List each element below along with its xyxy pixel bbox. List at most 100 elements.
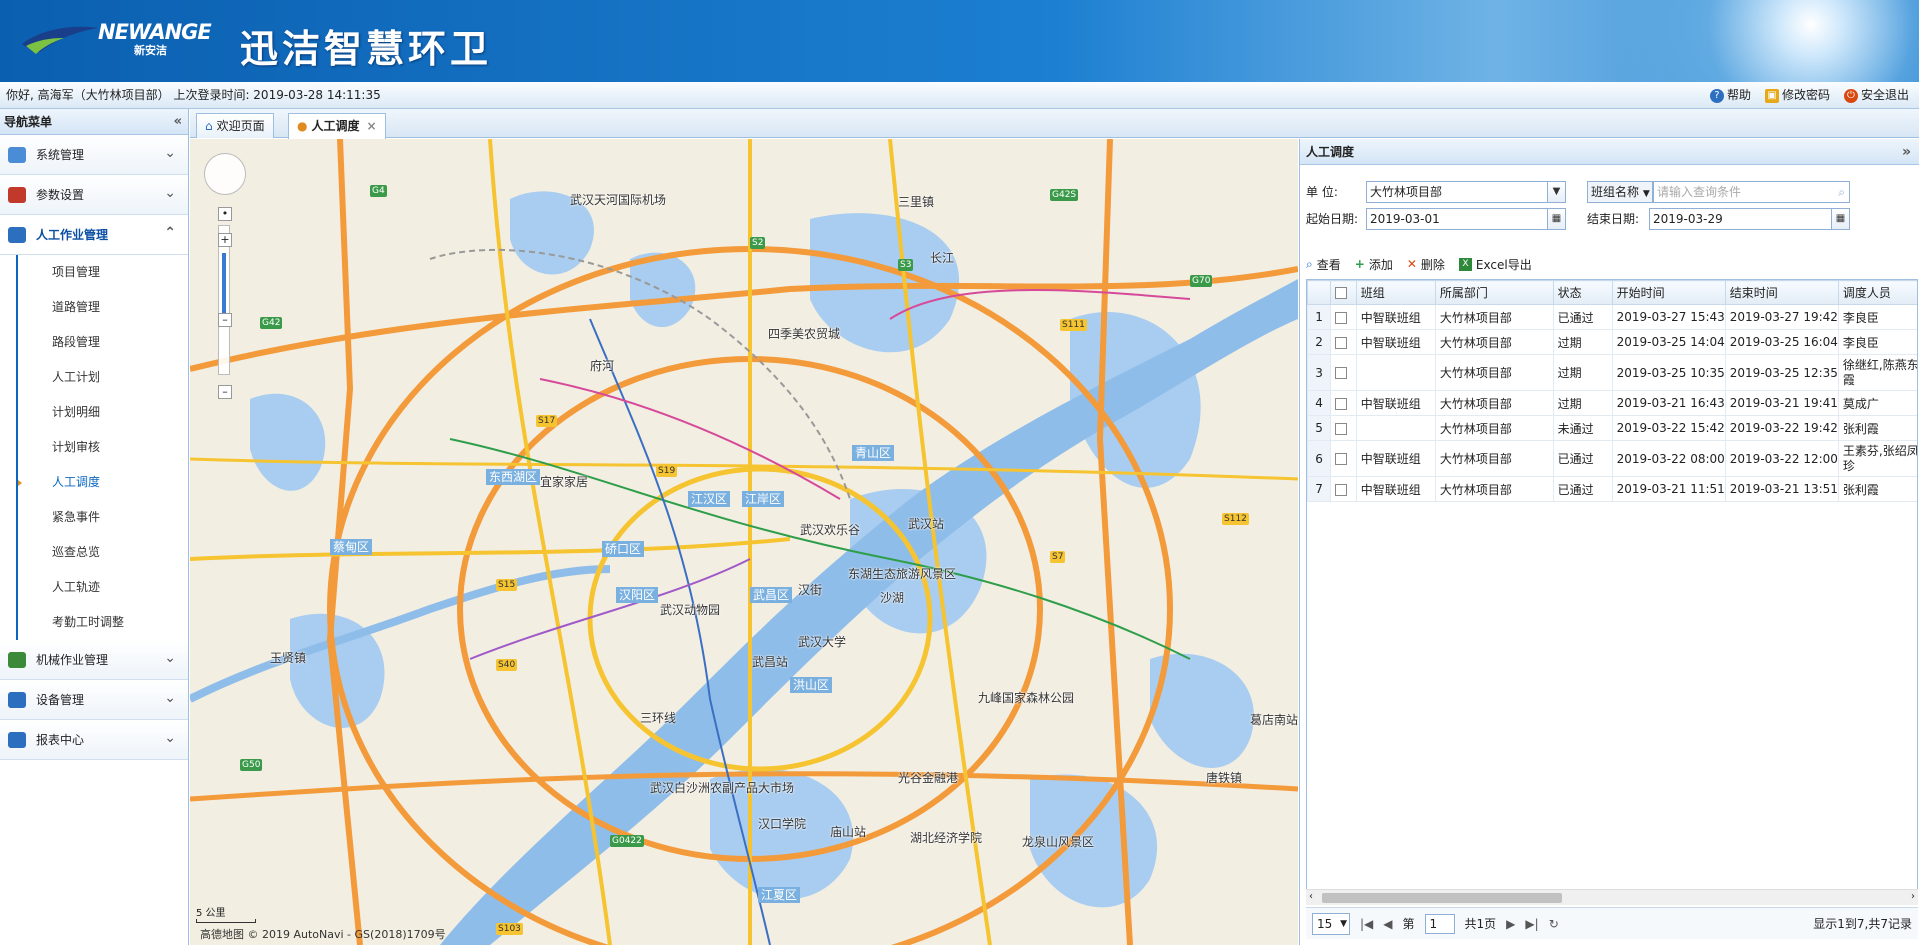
checkbox[interactable] <box>1335 483 1348 496</box>
checkbox[interactable] <box>1335 397 1348 410</box>
row-checkbox[interactable] <box>1330 415 1357 441</box>
sidebar-group-params[interactable]: 参数设置 ⌄ <box>0 175 188 215</box>
help-link[interactable]: ? 帮助 <box>1709 82 1751 109</box>
scroll-thumb[interactable] <box>1322 893 1562 903</box>
view-button[interactable]: ⌕ 查看 <box>1306 256 1341 273</box>
group-field-select[interactable]: 班组名称 ▼ <box>1587 181 1653 203</box>
row-number: 5 <box>1307 415 1332 441</box>
sidebar-item-plan-review[interactable]: 计划审核 <box>16 430 188 465</box>
table-row[interactable]: 5 大竹林项目部 未通过 2019-03-22 15:42 2019-03-22 19:… <box>1307 415 1917 441</box>
sidebar-group-system[interactable]: 系统管理 ⌄ <box>0 135 188 175</box>
locate-icon[interactable]: • <box>218 207 232 221</box>
page-size-select[interactable]: 15 ▼ <box>1312 912 1350 935</box>
sidebar-item-project[interactable]: 项目管理 <box>16 255 188 290</box>
refresh-icon[interactable]: ↻ <box>1549 917 1559 931</box>
row-checkbox[interactable] <box>1330 440 1357 477</box>
table-row[interactable]: 6 中智联班组 大竹林项目部 已通过 2019-03-22 08:00 2019-03-2… <box>1307 440 1917 477</box>
cell-end: 2019-03-22 19:42 <box>1724 415 1839 441</box>
checkbox[interactable] <box>1335 311 1348 324</box>
start-date-field[interactable]: 2019-03-01 ▦ <box>1366 208 1566 230</box>
close-icon[interactable]: × <box>367 115 377 138</box>
calendar-icon[interactable]: ▦ <box>1547 209 1565 229</box>
next-page-icon[interactable]: ▶ <box>1506 917 1515 931</box>
sidebar-group-manual-work[interactable]: 人工作业管理 ⌃ <box>0 215 188 255</box>
collapse-right-icon[interactable]: » <box>1902 139 1911 165</box>
logout-link[interactable]: ⏻ 安全退出 <box>1843 82 1909 109</box>
table-row[interactable]: 1 中智联班组 大竹林项目部 已通过 2019-03-27 15:43 2019-03-2… <box>1307 304 1917 330</box>
sidebar-item-dispatch[interactable]: 人工调度 <box>16 465 188 500</box>
sidebar: 导航菜单 « 系统管理 ⌄ 参数设置 ⌄ 人工作业管理 ⌃ 项目管理 道路管理 … <box>0 109 189 945</box>
scroll-left-icon[interactable]: ‹ <box>1309 891 1313 902</box>
zoom-handle[interactable]: – <box>218 313 232 327</box>
table-row[interactable]: 7 中智联班组 大竹林项目部 已通过 2019-03-21 11:51 2019-03-2… <box>1307 476 1917 502</box>
col-team[interactable]: 班组 <box>1355 280 1436 305</box>
help-icon: ? <box>1709 88 1724 103</box>
checkbox[interactable] <box>1335 367 1348 379</box>
sidebar-group-device[interactable]: 设备管理 ⌄ <box>0 680 188 720</box>
checkbox[interactable] <box>1335 453 1348 465</box>
delete-button[interactable]: ✕ 删除 <box>1407 256 1445 273</box>
col-status[interactable]: 状态 <box>1552 280 1613 305</box>
table-row[interactable]: 2 中智联班组 大竹林项目部 过期 2019-03-25 14:04 2019-03-25… <box>1307 329 1917 355</box>
col-staff[interactable]: 调度人员 <box>1837 280 1917 305</box>
sidebar-group-label: 设备管理 <box>36 693 85 707</box>
sidebar-item-section[interactable]: 路段管理 <box>16 325 188 360</box>
row-number: 4 <box>1307 390 1332 416</box>
col-start[interactable]: 开始时间 <box>1611 280 1726 305</box>
table-row[interactable]: 3 大竹林项目部 过期 2019-03-25 10:35 2019-03-25 12:3… <box>1307 354 1917 391</box>
map-place-label: 龙泉山风景区 <box>1022 835 1095 849</box>
excel-icon: X <box>1458 257 1472 271</box>
checkbox[interactable] <box>1335 422 1348 435</box>
sidebar-item-emergency[interactable]: 紧急事件 <box>16 500 188 535</box>
map-place-label: 庙山站 <box>830 825 867 839</box>
map-place-label: 武汉大学 <box>798 635 847 649</box>
sidebar-item-plan[interactable]: 人工计划 <box>16 360 188 395</box>
row-checkbox[interactable] <box>1330 354 1357 391</box>
checkbox[interactable] <box>1335 336 1348 349</box>
add-button[interactable]: + 添加 <box>1355 256 1393 273</box>
last-page-icon[interactable]: ▶| <box>1525 917 1538 931</box>
sidebar-item-inspection[interactable]: 巡查总览 <box>16 535 188 570</box>
highway-shield: S2 <box>750 237 766 249</box>
row-checkbox[interactable] <box>1330 390 1357 416</box>
row-number: 2 <box>1307 329 1332 355</box>
sidebar-item-road[interactable]: 道路管理 <box>16 290 188 325</box>
col-dept[interactable]: 所属部门 <box>1434 280 1554 305</box>
chevron-down-icon: ⌄ <box>164 690 176 706</box>
table-row[interactable]: 4 中智联班组 大竹林项目部 过期 2019-03-21 16:43 2019-03-21… <box>1307 390 1917 416</box>
map-place-label: 四季美农贸城 <box>768 327 841 341</box>
sidebar-item-plan-detail[interactable]: 计划明细 <box>16 395 188 430</box>
sidebar-group-machine[interactable]: 机械作业管理 ⌄ <box>0 640 188 680</box>
cell-status: 已通过 <box>1552 476 1613 502</box>
select-all-checkbox[interactable] <box>1330 280 1357 305</box>
zoom-out-button[interactable]: – <box>218 385 232 399</box>
horizontal-scrollbar[interactable]: ‹ › <box>1306 889 1918 905</box>
end-date-field[interactable]: 2019-03-29 ▦ <box>1649 208 1850 230</box>
zoom-level-indicator <box>222 253 226 315</box>
row-checkbox[interactable] <box>1330 476 1357 502</box>
excel-export-button[interactable]: X Excel导出 <box>1458 256 1532 273</box>
first-page-icon[interactable]: |◀ <box>1360 917 1373 931</box>
pan-control[interactable] <box>204 153 246 195</box>
search-icon[interactable]: ⌕ <box>1838 182 1845 202</box>
sidebar-item-attendance[interactable]: 考勤工时调整 <box>16 605 188 640</box>
tab-welcome[interactable]: ⌂ 欢迎页面 <box>196 113 274 138</box>
search-input[interactable]: 请输入查询条件 ⌕ <box>1653 181 1850 203</box>
row-checkbox[interactable] <box>1330 304 1357 330</box>
page-number-input[interactable]: 1 <box>1424 913 1455 934</box>
row-checkbox[interactable] <box>1330 329 1357 355</box>
zoom-in-button[interactable]: + <box>218 233 232 247</box>
unit-select[interactable]: 大竹林项目部 ▼ <box>1366 181 1566 203</box>
sidebar-item-track[interactable]: 人工轨迹 <box>16 570 188 605</box>
calendar-icon[interactable]: ▦ <box>1831 209 1849 229</box>
col-end[interactable]: 结束时间 <box>1724 280 1839 305</box>
collapse-icon[interactable]: « <box>174 109 182 135</box>
row-number: 1 <box>1307 304 1332 330</box>
chevron-down-icon: ▼ <box>1547 182 1565 202</box>
change-password-link[interactable]: ▣ 修改密码 <box>1764 82 1830 109</box>
sidebar-group-report[interactable]: 报表中心 ⌄ <box>0 720 188 760</box>
scroll-right-icon[interactable]: › <box>1911 891 1915 902</box>
map-view[interactable]: 武汉天河国际机场 三里镇 四季美农贸城 府河 东西湖区 宜家家居 蔡甸区 硚口区 江汉区 江岸区武… <box>190 139 1298 945</box>
tab-dispatch[interactable]: ● 人工调度 × <box>288 113 386 139</box>
prev-page-icon[interactable]: ◀ <box>1383 917 1392 931</box>
